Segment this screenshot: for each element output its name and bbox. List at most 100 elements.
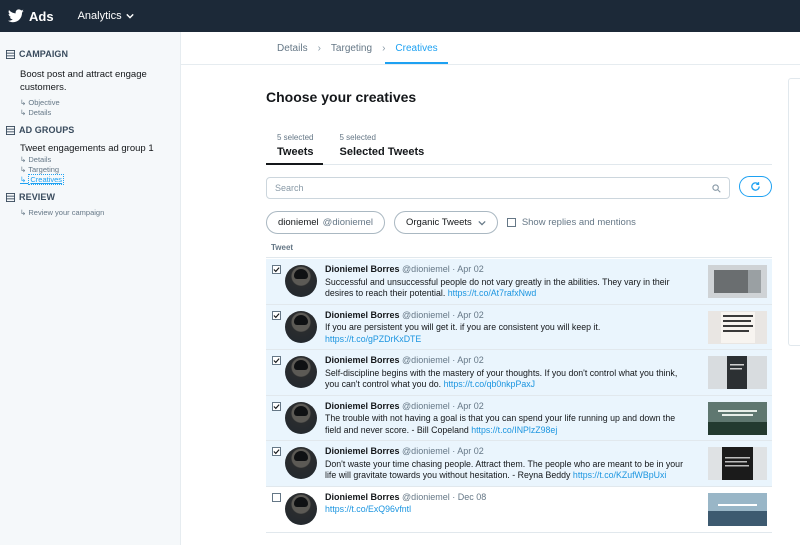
brand-label: Ads [29, 8, 54, 24]
ads-logo[interactable]: Ads [8, 9, 54, 24]
table-row[interactable]: Dioniemel Borres @dioniemel · Apr 02 If y… [266, 304, 772, 351]
tab-targeting[interactable]: Targeting [321, 38, 382, 64]
refresh-icon [751, 182, 760, 191]
tab-label: Selected Tweets [339, 146, 425, 158]
row-checkbox[interactable] [272, 401, 281, 411]
analytics-menu[interactable]: Analytics [78, 10, 134, 22]
review-heading[interactable]: REVIEW [0, 191, 180, 203]
checkmark-icon [273, 449, 280, 455]
sidebar-item-campaign-details[interactable]: ↳ Details [0, 108, 180, 118]
tweet-meta: Dioniemel Borres @dioniemel · Apr 02 [325, 310, 690, 322]
avatar [285, 265, 317, 297]
top-bar: Ads Analytics [0, 0, 800, 32]
checkmark-icon [273, 403, 280, 410]
tweet-meta: Dioniemel Borres @dioniemel · Dec 08 [325, 492, 690, 504]
ad-groups-heading[interactable]: AD GROUPS [0, 124, 180, 136]
filters: dioniemel @dioniemel Organic Tweets Show… [266, 211, 636, 234]
sidebar-item-label: Details [28, 155, 52, 164]
tweet-media-thumbnail [708, 447, 767, 481]
tab-count: 5 selected [339, 133, 376, 142]
sidebar-item-review[interactable]: ↳ Review your campaign [0, 208, 180, 218]
sidebar-item-label: Review your campaign [28, 208, 105, 217]
tab-tweets[interactable]: 5 selected Tweets [266, 133, 324, 165]
tweet-link[interactable]: https://t.co/INPlzZ98ej [471, 425, 557, 435]
campaign-heading[interactable]: CAMPAIGN [0, 48, 180, 60]
tweet-author: Dioniemel Borres [325, 491, 400, 502]
avatar [285, 447, 317, 480]
tweet-date: Apr 02 [457, 446, 484, 457]
tab-selected-tweets[interactable]: 5 selected Selected Tweets [329, 133, 434, 164]
tab-details[interactable]: Details [266, 38, 318, 64]
tweet-body: Dioniemel Borres @dioniemel · Dec 08 http… [325, 492, 690, 516]
table-row[interactable]: Dioniemel Borres @dioniemel · Apr 02 Succ… [266, 259, 772, 305]
table-row[interactable]: Dioniemel Borres @dioniemel · Apr 02 The … [266, 395, 772, 442]
search-icon[interactable] [712, 183, 721, 193]
list-icon [6, 192, 15, 202]
page-title: Choose your creatives [266, 89, 417, 105]
table-row[interactable]: Dioniemel Borres @dioniemel · Apr 02 Self… [266, 350, 772, 396]
checkmark-icon [273, 312, 280, 318]
tweet-list: Dioniemel Borres @dioniemel · Apr 02 Succ… [266, 259, 772, 533]
sidebar-item-label: Details [28, 108, 52, 117]
tab-label: Tweets [277, 146, 314, 158]
tweet-body: Dioniemel Borres @dioniemel · Apr 02 Succ… [325, 264, 690, 300]
sidebar-item-objective[interactable]: ↳ Objective [0, 98, 180, 108]
tweet-author: Dioniemel Borres [325, 264, 400, 274]
tweet-body: Dioniemel Borres @dioniemel · Apr 02 Self… [325, 355, 690, 391]
sidebar-item-targeting[interactable]: ↳ Targeting [0, 165, 180, 175]
row-checkbox[interactable] [272, 356, 281, 366]
tweet-link[interactable]: https://t.co/At7rafxNwd [448, 288, 537, 298]
row-checkbox[interactable] [272, 492, 281, 502]
refresh-button[interactable] [739, 176, 772, 197]
tweet-link[interactable]: https://t.co/KZufWBpUxi [573, 470, 666, 480]
tweet-handle: @dioniemel [402, 446, 450, 457]
tweet-handle: @dioniemel [402, 491, 450, 502]
tweet-date: Apr 02 [457, 400, 484, 411]
tweet-handle: @dioniemel [402, 400, 450, 411]
tweet-meta: Dioniemel Borres @dioniemel · Apr 02 [325, 355, 690, 367]
avatar [285, 310, 317, 343]
tab-creatives[interactable]: Creatives [385, 38, 448, 64]
checkmark-icon [273, 267, 280, 273]
avatar [285, 492, 317, 525]
search-input[interactable] [275, 183, 712, 193]
breadcrumb: Details › Targeting › Creatives [266, 38, 448, 64]
ad-group-title[interactable]: Tweet engagements ad group 1 [0, 142, 180, 155]
sidebar-item-label: Objective [28, 98, 60, 107]
preview-panel-edge [788, 78, 800, 346]
show-replies-label: Show replies and mentions [521, 217, 636, 228]
tweet-meta: Dioniemel Borres @dioniemel · Apr 02 [325, 401, 690, 413]
table-row[interactable]: Dioniemel Borres @dioniemel · Apr 02 Don'… [266, 441, 772, 487]
ad-groups-heading-label: AD GROUPS [19, 125, 75, 135]
avatar [285, 356, 317, 389]
tweet-date: Apr 02 [457, 355, 484, 366]
tweet-link[interactable]: https://t.co/ExQ96vfntl [325, 504, 411, 514]
account-filter[interactable]: dioniemel @dioniemel [266, 211, 385, 234]
row-checkbox[interactable] [272, 310, 281, 320]
tweet-body: Dioniemel Borres @dioniemel · Apr 02 Don'… [325, 446, 690, 482]
tweet-body: Dioniemel Borres @dioniemel · Apr 02 The … [325, 401, 690, 437]
review-heading-label: REVIEW [19, 192, 56, 202]
tweet-date: Apr 02 [457, 264, 484, 274]
table-row[interactable]: Dioniemel Borres @dioniemel · Dec 08 http… [266, 486, 772, 533]
tweet-tabs: 5 selected Tweets 5 selected Selected Tw… [266, 133, 772, 165]
show-replies-checkbox[interactable] [506, 218, 516, 227]
tweet-type-dropdown[interactable]: Organic Tweets [393, 211, 498, 234]
campaign-title[interactable]: Boost post and attract engage customers. [0, 68, 180, 94]
sidebar-item-creatives[interactable]: ↳ Creatives [0, 174, 180, 185]
tab-count: 5 selected [277, 133, 314, 142]
row-checkbox[interactable] [272, 447, 281, 457]
list-icon [6, 49, 15, 59]
sidebar-item-adgroup-details[interactable]: ↳ Details [0, 155, 180, 165]
analytics-label: Analytics [77, 10, 122, 22]
tweet-author: Dioniemel Borres [325, 355, 400, 366]
tweet-link[interactable]: https://t.co/gPZDrKxDTE [325, 334, 421, 344]
sidebar: CAMPAIGN Boost post and attract engage c… [0, 32, 181, 545]
show-replies-toggle[interactable]: Show replies and mentions [506, 217, 636, 228]
campaign-heading-label: CAMPAIGN [19, 49, 69, 59]
sidebar-item-label: Targeting [28, 165, 60, 174]
tweet-link[interactable]: https://t.co/qb0nkpPaxJ [444, 379, 535, 389]
row-checkbox[interactable] [272, 265, 281, 274]
sidebar-item-label: Creatives [28, 174, 65, 185]
tweet-author: Dioniemel Borres [325, 400, 400, 411]
